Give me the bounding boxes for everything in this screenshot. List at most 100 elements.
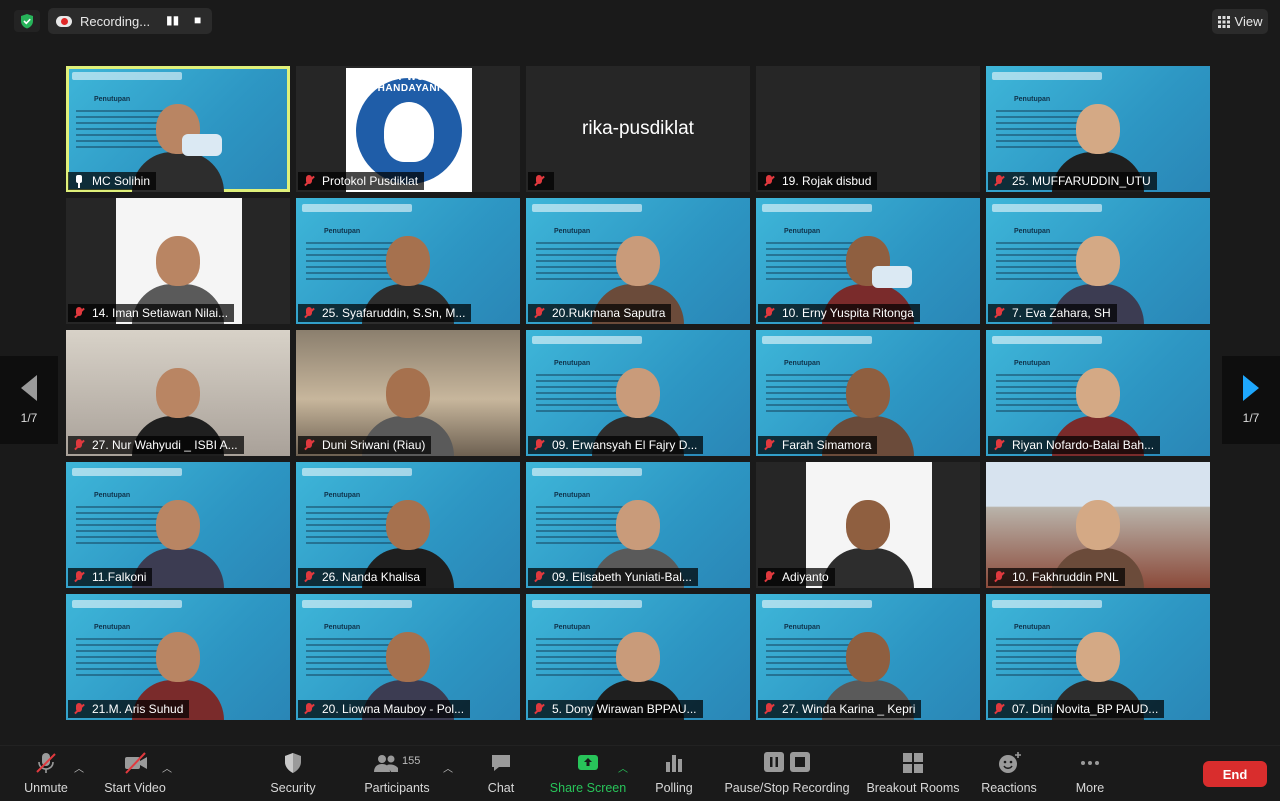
polling-button[interactable]: Polling xyxy=(652,746,696,801)
participant-tile[interactable]: Penutupan 09. Erwansyah El Fajry D... xyxy=(526,330,750,456)
participant-tile[interactable]: rika-pusdiklat xyxy=(526,66,750,192)
arrow-right-icon xyxy=(1243,375,1259,401)
meeting-stage: Recording... ▮▮ ■ View 1/7 1/7 Penutupan… xyxy=(0,0,1280,745)
start-video-button[interactable]: Start Video xyxy=(101,746,169,801)
audio-options-caret[interactable]: ︿ xyxy=(74,760,84,775)
video-options-caret[interactable]: ︿ xyxy=(162,760,172,775)
participant-tile[interactable]: Penutupan 25. MUFFARUDDIN_UTU xyxy=(986,66,1210,192)
participant-tile[interactable]: Adiyanto xyxy=(756,462,980,588)
participant-tile[interactable]: Penutupan 7. Eva Zahara, SH xyxy=(986,198,1210,324)
reactions-button[interactable]: Reactions xyxy=(978,746,1040,801)
slide-title: Penutupan xyxy=(1014,360,1051,367)
participant-name: 27. Nur Wahyudi _ ISBI A... xyxy=(92,438,238,452)
slide-header xyxy=(72,72,182,80)
recording-label: Recording... xyxy=(80,13,151,29)
previous-page-button[interactable]: 1/7 xyxy=(0,356,58,444)
pause-recording-icon[interactable]: ▮▮ xyxy=(166,13,179,27)
muted-mic-icon xyxy=(532,174,546,188)
participants-button[interactable]: 155 Participants xyxy=(362,746,432,801)
pause-stop-recording-button[interactable]: Pause/Stop Recording xyxy=(722,746,852,801)
participant-name: 5. Dony Wirawan BPPAU... xyxy=(552,702,697,716)
slide-title: Penutupan xyxy=(94,96,131,103)
slide-header xyxy=(992,336,1102,344)
participant-name: 20.Rukmana Saputra xyxy=(552,306,666,320)
participants-icon: 155 xyxy=(373,751,421,775)
participant-tile[interactable]: Penutupan Riyan Nofardo-Balai Bah... xyxy=(986,330,1210,456)
slide-header xyxy=(762,600,872,608)
participant-tile[interactable]: Duni Sriwani (Riau) xyxy=(296,330,520,456)
participant-tile[interactable]: Penutupan 5. Dony Wirawan BPPAU... xyxy=(526,594,750,720)
security-button[interactable]: Security xyxy=(268,746,318,801)
participant-tile[interactable]: Penutupan 07. Dini Novita_BP PAUD... xyxy=(986,594,1210,720)
participant-tile[interactable]: 27. Nur Wahyudi _ ISBI A... xyxy=(66,330,290,456)
participant-name: 10. Erny Yuspita Ritonga xyxy=(782,306,914,320)
slide-header xyxy=(532,336,642,344)
page-indicator-left: 1/7 xyxy=(20,411,38,425)
slide-title: Penutupan xyxy=(1014,624,1051,631)
stop-recording-icon[interactable]: ■ xyxy=(194,13,201,27)
share-screen-button[interactable]: Share Screen xyxy=(548,746,628,801)
participant-name-tag xyxy=(528,172,554,190)
unmute-label: Unmute xyxy=(24,781,68,795)
participant-name: 27. Winda Karina _ Kepri xyxy=(782,702,916,716)
participant-name: Adiyanto xyxy=(782,570,829,584)
end-meeting-button[interactable]: End xyxy=(1203,761,1267,787)
participant-tile[interactable]: TUT WURI HANDAYANI Protokol Pusdiklat xyxy=(296,66,520,192)
muted-mic-icon xyxy=(302,438,316,452)
participant-tile[interactable]: Penutupan 20.Rukmana Saputra xyxy=(526,198,750,324)
participant-name-tag: Duni Sriwani (Riau) xyxy=(298,436,432,454)
participant-tile[interactable]: Penutupan Farah Simamora xyxy=(756,330,980,456)
participant-tile[interactable]: Penutupan 09. Elisabeth Yuniati-Bal... xyxy=(526,462,750,588)
view-button[interactable]: View xyxy=(1212,9,1268,34)
participant-name: 10. Fakhruddin PNL xyxy=(1012,570,1119,584)
participants-count: 155 xyxy=(402,755,421,767)
polling-label: Polling xyxy=(655,781,693,795)
spotlight-pin-icon xyxy=(72,174,86,188)
muted-microphone-icon xyxy=(34,751,58,775)
slide-header xyxy=(72,468,182,476)
participant-name: 25. MUFFARUDDIN_UTU xyxy=(1012,174,1151,188)
pause-stop-icon xyxy=(764,751,810,775)
participant-tile[interactable]: Penutupan 21.M. Aris Suhud xyxy=(66,594,290,720)
muted-mic-icon xyxy=(762,306,776,320)
participant-name-tag: 20. Liowna Mauboy - Pol... xyxy=(298,700,471,718)
participant-tile[interactable]: 19. Rojak disbud xyxy=(756,66,980,192)
participant-tile[interactable]: 14. Iman Setiawan Nilai... xyxy=(66,198,290,324)
more-button[interactable]: More xyxy=(1068,746,1112,801)
next-page-button[interactable]: 1/7 xyxy=(1222,356,1280,444)
muted-mic-icon xyxy=(72,570,86,584)
participant-name: 07. Dini Novita_BP PAUD... xyxy=(1012,702,1159,716)
muted-mic-icon xyxy=(302,306,316,320)
muted-mic-icon xyxy=(72,306,86,320)
unmute-button[interactable]: Unmute xyxy=(22,746,70,801)
breakout-rooms-button[interactable]: Breakout Rooms xyxy=(864,746,962,801)
meeting-toolbar: Unmute ︿ Start Video ︿ Security 155 Part… xyxy=(0,745,1280,800)
slide-header xyxy=(992,600,1102,608)
security-shield-icon[interactable] xyxy=(14,10,40,32)
participant-name-tag: 10. Erny Yuspita Ritonga xyxy=(758,304,920,322)
slide-header xyxy=(762,336,872,344)
muted-mic-icon xyxy=(992,570,1006,584)
chat-button[interactable]: Chat xyxy=(482,746,520,801)
participant-name-tag: 11.Falkoni xyxy=(68,568,153,586)
participant-name-tag: MC Solihin xyxy=(68,172,157,190)
participant-tile[interactable]: 10. Fakhruddin PNL xyxy=(986,462,1210,588)
participant-display-name: rika-pusdiklat xyxy=(582,118,694,139)
participant-tile[interactable]: Penutupan 20. Liowna Mauboy - Pol... xyxy=(296,594,520,720)
chat-bubble-icon xyxy=(489,751,513,775)
participant-name: 09. Elisabeth Yuniati-Bal... xyxy=(552,570,692,584)
share-options-caret[interactable]: ︿ xyxy=(618,760,628,775)
slide-header xyxy=(72,600,182,608)
participant-tile[interactable]: Penutupan 11.Falkoni xyxy=(66,462,290,588)
participant-name-tag: 25. MUFFARUDDIN_UTU xyxy=(988,172,1157,190)
slide-title: Penutupan xyxy=(554,624,591,631)
breakout-rooms-icon xyxy=(901,751,925,775)
participant-tile[interactable]: Penutupan 25. Syafaruddin, S.Sn, M... xyxy=(296,198,520,324)
view-label: View xyxy=(1234,14,1263,29)
slide-title: Penutupan xyxy=(324,624,361,631)
participant-tile[interactable]: Penutupan 27. Winda Karina _ Kepri xyxy=(756,594,980,720)
participant-tile[interactable]: Penutupan 10. Erny Yuspita Ritonga xyxy=(756,198,980,324)
participants-options-caret[interactable]: ︿ xyxy=(443,760,453,775)
participant-tile[interactable]: Penutupan 26. Nanda Khalisa xyxy=(296,462,520,588)
participant-tile[interactable]: Penutupan MC Solihin xyxy=(66,66,290,192)
